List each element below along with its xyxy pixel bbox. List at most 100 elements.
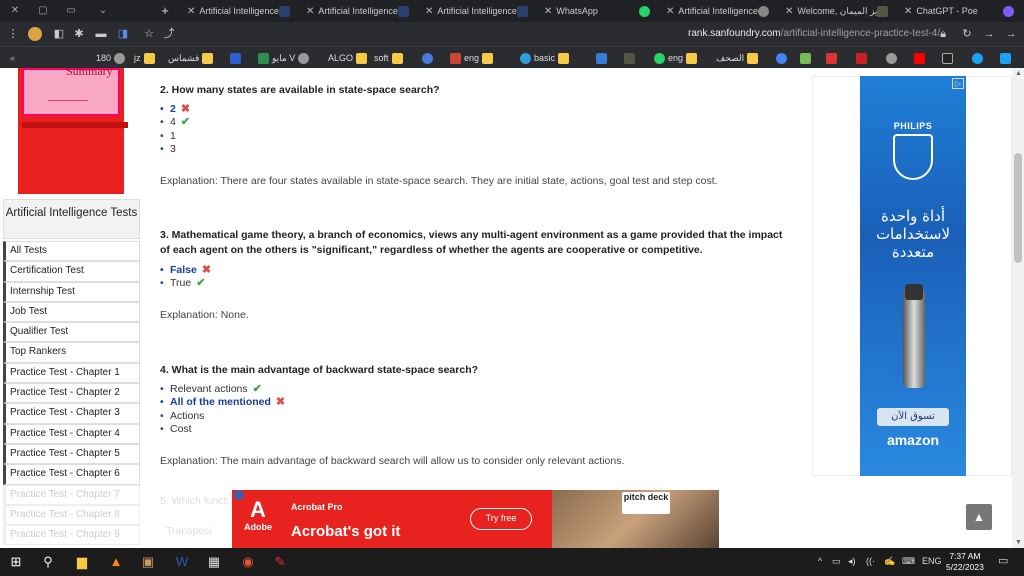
tab-list-icon[interactable]: ▭ bbox=[64, 4, 78, 18]
summary-banner-image[interactable]: Summary bbox=[18, 68, 128, 194]
bookmark-youtube[interactable] bbox=[914, 51, 925, 65]
tab-welcome[interactable]: ✕ Welcome, عزيز الميمان bbox=[781, 2, 894, 20]
scroll-to-top-button[interactable]: ▲ bbox=[966, 504, 992, 530]
system-clock[interactable]: 7:37 AM 5/22/2023 bbox=[946, 551, 984, 573]
scrollbar-thumb[interactable] bbox=[1014, 153, 1022, 263]
bookmark-news[interactable]: الصحف bbox=[716, 51, 759, 65]
sidebar-item-chapter-1[interactable]: Practice Test - Chapter 1 bbox=[3, 362, 140, 384]
bookmark-h[interactable] bbox=[230, 51, 241, 65]
url-field[interactable]: rank.sanfoundry.com/artificial-intellige… bbox=[688, 28, 940, 39]
back-icon[interactable]: → bbox=[982, 27, 996, 41]
bookmark-eng[interactable]: eng bbox=[450, 51, 494, 65]
wifi-icon[interactable]: ((· bbox=[866, 556, 875, 566]
sidebar-item-qualifier-test[interactable]: Qualifier Test bbox=[3, 322, 140, 343]
windows-start-icon[interactable]: ⊞ bbox=[6, 552, 26, 572]
bookmark-ext[interactable] bbox=[596, 51, 607, 65]
sidebar-icon[interactable]: ◧ bbox=[52, 27, 66, 41]
option[interactable]: 1 bbox=[160, 130, 190, 144]
bookmark-twitter[interactable] bbox=[972, 51, 983, 65]
bookmark-z[interactable] bbox=[422, 51, 433, 65]
forward-icon[interactable]: → bbox=[1004, 27, 1018, 41]
app-icon[interactable]: ▣ bbox=[138, 552, 158, 572]
sidebar-item-chapter-3[interactable]: Practice Test - Chapter 3 bbox=[3, 403, 140, 424]
bookmark-jz[interactable]: jz bbox=[134, 51, 155, 65]
bookmark-mayo[interactable]: مايو V bbox=[258, 51, 310, 65]
tab-ai-4[interactable]: ✕ Artificial Intelligence: bbox=[662, 2, 775, 20]
notifications-icon[interactable]: ▭ bbox=[998, 554, 1008, 567]
tab-ai-1[interactable]: ✕ Artificial Intelligence bbox=[183, 2, 296, 20]
language-indicator[interactable]: ENG bbox=[922, 556, 942, 566]
bookmark-ext[interactable] bbox=[1000, 51, 1011, 65]
share-icon[interactable]: ⤴ bbox=[162, 27, 176, 41]
reload-icon[interactable]: ↻ bbox=[960, 27, 974, 41]
app-icon[interactable]: ✎ bbox=[270, 552, 290, 572]
scroll-down-icon[interactable]: ▼ bbox=[1015, 539, 1022, 546]
ad-choices-icon[interactable]: ▷ bbox=[951, 78, 964, 89]
extensions-icon[interactable]: ✱ bbox=[72, 27, 86, 41]
close-tab-icon[interactable]: ✕ bbox=[904, 6, 912, 17]
sidebar-item-all-tests[interactable]: All Tests bbox=[3, 241, 140, 262]
try-free-button[interactable]: Try free bbox=[470, 508, 532, 530]
bookmark-ext[interactable] bbox=[776, 51, 787, 65]
close-tab-icon[interactable]: ✕ bbox=[187, 6, 195, 17]
tab-ai-2[interactable]: ✕ Artificial Intelligence bbox=[302, 2, 415, 20]
shop-now-button[interactable]: تسوق الآن bbox=[877, 408, 949, 426]
close-tab-icon[interactable]: ✕ bbox=[544, 6, 552, 17]
new-tab-icon[interactable]: + bbox=[158, 4, 172, 18]
network-icon[interactable]: ▭ bbox=[832, 556, 841, 567]
bookmark-180[interactable]: 180 bbox=[96, 51, 126, 65]
option[interactable]: 2✖ bbox=[160, 103, 190, 117]
bookmark-folder[interactable]: فشماس bbox=[168, 51, 214, 65]
sidebar-item-chapter-6[interactable]: Practice Test - Chapter 6 bbox=[3, 464, 140, 485]
bookmark-ext[interactable] bbox=[856, 51, 867, 65]
option[interactable]: True ✔ bbox=[160, 277, 211, 291]
search-icon[interactable]: ⚲ bbox=[38, 552, 58, 572]
sidebar-item-chapter-7[interactable]: Practice Test - Chapter 7 bbox=[3, 484, 140, 505]
sidebar-item-job-test[interactable]: Job Test bbox=[3, 301, 140, 323]
option[interactable]: Actions bbox=[160, 410, 285, 424]
bookmark-ext[interactable] bbox=[826, 51, 837, 65]
tray-chevron-icon[interactable]: ^ bbox=[818, 556, 822, 566]
close-tab-icon[interactable]: ✕ bbox=[666, 6, 674, 17]
bookmark-soft[interactable]: soft bbox=[374, 51, 403, 65]
sidebar-item-internship-test[interactable]: Internship Test bbox=[3, 281, 140, 302]
vlc-icon[interactable]: ▲ bbox=[106, 552, 126, 572]
word-icon[interactable]: W bbox=[172, 552, 192, 572]
chevron-icon[interactable]: « bbox=[10, 51, 15, 65]
option[interactable]: False ✖ bbox=[160, 264, 211, 278]
bookmark-basic[interactable]: basic bbox=[520, 51, 570, 65]
bookmark-ext[interactable] bbox=[624, 51, 635, 65]
chevron-down-icon[interactable]: ⌄ bbox=[96, 4, 110, 18]
close-icon[interactable]: ✕ bbox=[8, 4, 22, 18]
profile-avatar[interactable] bbox=[28, 27, 42, 41]
option[interactable]: 3 bbox=[160, 143, 190, 157]
option[interactable]: Relevant actions ✔ bbox=[160, 383, 285, 397]
keyboard-icon[interactable]: ⌨ bbox=[902, 556, 915, 567]
page-scrollbar[interactable]: ▲ ▼ bbox=[1012, 68, 1024, 548]
sidebar-item-top-rankers[interactable]: Top Rankers bbox=[3, 342, 140, 363]
bookmark-algo[interactable]: ALGO bbox=[328, 51, 368, 65]
sidebar-item-chapter-4[interactable]: Practice Test - Chapter 4 bbox=[3, 423, 140, 444]
philips-ad[interactable]: ▷ PHILIPS أداة واحدة لاستخدامات متعددة ت… bbox=[860, 76, 966, 476]
app-icon[interactable]: ▦ bbox=[204, 552, 224, 572]
sidebar-item-certification-test[interactable]: Certification Test bbox=[3, 261, 140, 282]
pen-icon[interactable]: ✍ bbox=[884, 556, 895, 567]
close-tab-icon[interactable]: ✕ bbox=[306, 6, 314, 17]
option[interactable]: All of the mentioned ✖ bbox=[160, 396, 285, 410]
tab-ai-3[interactable]: ✕ Artificial Intelligence bbox=[421, 2, 534, 20]
star-icon[interactable]: ☆ bbox=[142, 27, 156, 41]
option[interactable]: 4✔ bbox=[160, 116, 190, 130]
scroll-up-icon[interactable]: ▲ bbox=[1015, 70, 1022, 77]
sidebar-item-chapter-5[interactable]: Practice Test - Chapter 5 bbox=[3, 443, 140, 465]
bookmark-eng2[interactable]: eng bbox=[654, 51, 698, 65]
bookmark-ext[interactable] bbox=[800, 51, 811, 65]
extension-icon[interactable]: ▬ bbox=[94, 27, 108, 41]
bookmark-ext[interactable] bbox=[886, 51, 897, 65]
volume-icon[interactable]: ◂) bbox=[848, 556, 856, 567]
sidebar-item-chapter-8[interactable]: Practice Test - Chapter 8 bbox=[3, 504, 140, 526]
option[interactable]: Cost bbox=[160, 423, 285, 437]
menu-dots-icon[interactable]: ⋮ bbox=[6, 27, 20, 41]
close-tab-icon[interactable]: ✕ bbox=[785, 6, 793, 17]
sidebar-item-chapter-9[interactable]: Practice Test - Chapter 9 bbox=[3, 525, 140, 546]
tab-chatgpt-poe[interactable]: ✕ ChatGPT - Poe bbox=[900, 2, 1020, 20]
